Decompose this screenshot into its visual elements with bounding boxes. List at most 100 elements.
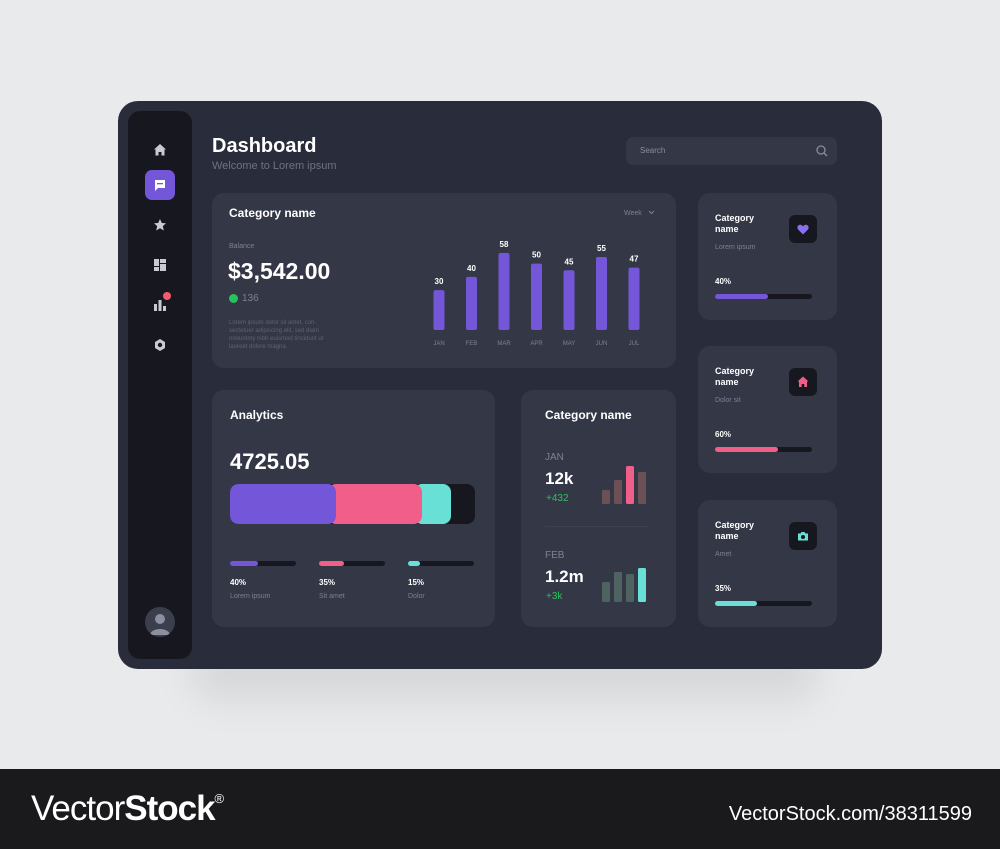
category-card-3[interactable]: Category name Amet 35% xyxy=(698,500,837,627)
period-select[interactable]: Week xyxy=(624,210,655,217)
legend-item: 15% Dolor xyxy=(408,561,474,600)
stacked-bar xyxy=(230,484,475,524)
dashboard-window: Dashboard Welcome to Lorem ipsum Search … xyxy=(118,101,882,669)
divider xyxy=(545,526,649,527)
balance-value: $3,542.00 xyxy=(228,258,331,284)
month-value: 1.2m xyxy=(545,567,584,586)
category-progress-fill xyxy=(715,447,779,452)
legend-percent: 35% xyxy=(319,578,336,587)
category-subtitle: Lorem ipsum xyxy=(715,244,756,251)
bar-value-label: 50 xyxy=(532,251,541,260)
legend-track xyxy=(319,561,385,566)
settings-icon xyxy=(155,339,165,351)
bar-category-label: APR xyxy=(530,341,543,347)
grid-layout-icon xyxy=(154,259,166,271)
bar-value-label: 47 xyxy=(630,255,639,264)
logo-regular: Vector xyxy=(31,789,125,828)
home-icon xyxy=(797,376,809,387)
legend-label: Dolor xyxy=(408,593,425,600)
stacked-segment xyxy=(230,484,336,524)
legend-fill xyxy=(319,561,345,566)
mini-chart-bar xyxy=(638,472,646,504)
category-percent: 40% xyxy=(715,277,732,286)
sidebar-item-favorites[interactable] xyxy=(145,210,175,240)
bar-chart-icon xyxy=(154,300,166,311)
legend-fill xyxy=(230,561,259,566)
bar-category-label: JUN xyxy=(596,341,608,347)
balance-label: Balance xyxy=(229,243,255,250)
chart-bar xyxy=(433,290,445,330)
category-title: Category name xyxy=(715,520,755,541)
bar-category-label: MAR xyxy=(497,341,511,347)
category-progress xyxy=(715,601,812,606)
user-avatar-icon xyxy=(150,614,170,635)
mini-chart-bar xyxy=(614,572,622,602)
sidebar-item-home[interactable] xyxy=(145,135,175,165)
heart-icon xyxy=(797,224,809,234)
sidebar-item-messages[interactable] xyxy=(145,170,175,200)
balance-card-title: Category name xyxy=(229,206,316,220)
category-card-1[interactable]: Category name Lorem ipsum 40% xyxy=(698,193,837,320)
sidebar-item-stats[interactable] xyxy=(145,290,175,320)
category-subtitle: Amet xyxy=(715,551,732,558)
month-value: 12k xyxy=(545,469,574,488)
chart-bar xyxy=(596,256,607,330)
legend-track xyxy=(230,561,296,566)
sidebar-item-layout[interactable] xyxy=(145,250,175,280)
watermark-url: VectorStock.com/38311599 xyxy=(728,803,972,825)
bar-value-label: 30 xyxy=(435,277,444,286)
page-title: Dashboard xyxy=(212,135,317,157)
chart-bar xyxy=(531,263,542,330)
bar-category-label: MAY xyxy=(563,341,576,347)
category-progress-fill xyxy=(715,294,769,299)
star-icon xyxy=(154,219,166,231)
analytics-title: Analytics xyxy=(230,408,284,422)
bar-value-label: 40 xyxy=(467,264,476,273)
category-progress xyxy=(715,447,812,452)
bar-category-label: FEB xyxy=(466,341,478,347)
category-percent: 35% xyxy=(715,584,732,593)
category-title: Category name xyxy=(715,366,755,387)
legend-label: Sit amet xyxy=(319,593,345,600)
category-title: Category name xyxy=(715,213,755,234)
sidebar xyxy=(128,111,192,659)
mini-chart-bar xyxy=(626,466,634,504)
category-progress-fill xyxy=(715,601,757,606)
home-icon xyxy=(154,144,166,156)
category-icon-box xyxy=(789,368,817,396)
search-icon[interactable] xyxy=(816,145,828,157)
category-subtitle: Dolor sit xyxy=(715,397,741,404)
analytics-value: 4725.05 xyxy=(230,449,310,474)
monthly-bar-chart: 30 JAN 40 FEB 58 MAR 50 APR 45 MAY 55 JUN 47 JUL xyxy=(433,240,640,347)
sidebar-item-settings[interactable] xyxy=(145,330,175,360)
month-mini-chart xyxy=(602,568,646,602)
mini-chart-bar xyxy=(602,490,610,504)
balance-description: Lorem ipsum dolor sit amet, con- sectetu… xyxy=(229,320,324,350)
logo-bold: Stock xyxy=(124,789,215,828)
legend-percent: 15% xyxy=(408,578,425,587)
category-icon-box xyxy=(789,522,817,550)
period-label: Week xyxy=(624,210,642,217)
stacked-segment xyxy=(328,484,422,524)
legend-fill xyxy=(408,561,420,566)
logo-registered: ® xyxy=(214,791,225,806)
search-input[interactable]: Search xyxy=(626,137,837,165)
category-progress xyxy=(715,294,812,299)
chart-bar xyxy=(563,270,575,330)
notification-badge xyxy=(163,292,171,300)
legend-percent: 40% xyxy=(230,578,247,587)
monthly-card-title: Category name xyxy=(545,408,632,422)
mini-chart-bar xyxy=(626,574,634,602)
category-percent: 60% xyxy=(715,430,732,439)
analytics-card: Analytics 4725.05 40% Lorem ipsum 35% Sit a… xyxy=(212,390,495,627)
month-delta: +432 xyxy=(546,493,569,504)
camera-icon xyxy=(798,532,808,541)
bar-category-label: JAN xyxy=(433,341,444,347)
month-label: FEB xyxy=(545,550,565,561)
user-avatar[interactable] xyxy=(145,607,175,637)
legend-label: Lorem ipsum xyxy=(230,593,271,600)
category-card-2[interactable]: Category name Dolor sit 60% xyxy=(698,346,837,473)
legend-item: 35% Sit amet xyxy=(319,561,385,600)
legend-track xyxy=(408,561,474,566)
bar-category-label: JUL xyxy=(629,341,640,347)
